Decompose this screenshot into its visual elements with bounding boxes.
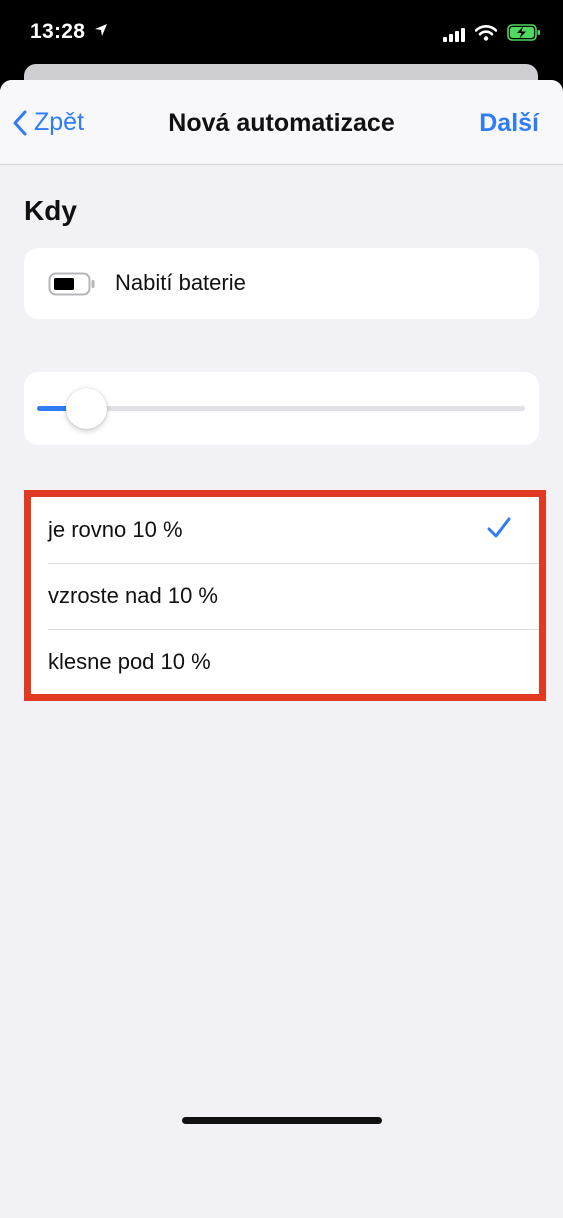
- slider-card: [24, 372, 539, 445]
- condition-options-list: je rovno 10 % vzroste nad 10 % klesne po…: [31, 497, 539, 694]
- option-label: klesne pod 10 %: [48, 649, 211, 674]
- battery-icon: [48, 272, 96, 301]
- wifi-icon: [474, 24, 498, 46]
- navigation-bar: Zpět Nová automatizace Další: [0, 80, 563, 165]
- cellular-signal-icon: [443, 28, 465, 42]
- next-button[interactable]: Další: [479, 109, 539, 138]
- automation-sheet: Zpět Nová automatizace Další Kdy Nabití …: [0, 80, 563, 1218]
- option-label: vzroste nad 10 %: [48, 583, 218, 608]
- status-bar: 13:28: [0, 0, 563, 66]
- section-title: Kdy: [24, 195, 77, 226]
- battery-level-slider[interactable]: [37, 388, 525, 429]
- option-rises-above[interactable]: vzroste nad 10 %: [31, 563, 539, 629]
- options-highlight: je rovno 10 % vzroste nad 10 % klesne po…: [24, 490, 546, 701]
- status-time: 13:28: [30, 20, 86, 43]
- option-equals[interactable]: je rovno 10 %: [31, 497, 539, 563]
- battery-charging-icon: [507, 24, 541, 46]
- trigger-label: Nabití baterie: [115, 270, 246, 295]
- trigger-card[interactable]: Nabití baterie: [24, 248, 539, 319]
- option-label: je rovno 10 %: [48, 517, 183, 542]
- location-arrow-icon: [94, 23, 108, 42]
- home-indicator: [182, 1117, 382, 1124]
- checkmark-icon: [487, 517, 511, 545]
- option-falls-below[interactable]: klesne pod 10 %: [31, 629, 539, 695]
- slider-thumb[interactable]: [66, 388, 107, 429]
